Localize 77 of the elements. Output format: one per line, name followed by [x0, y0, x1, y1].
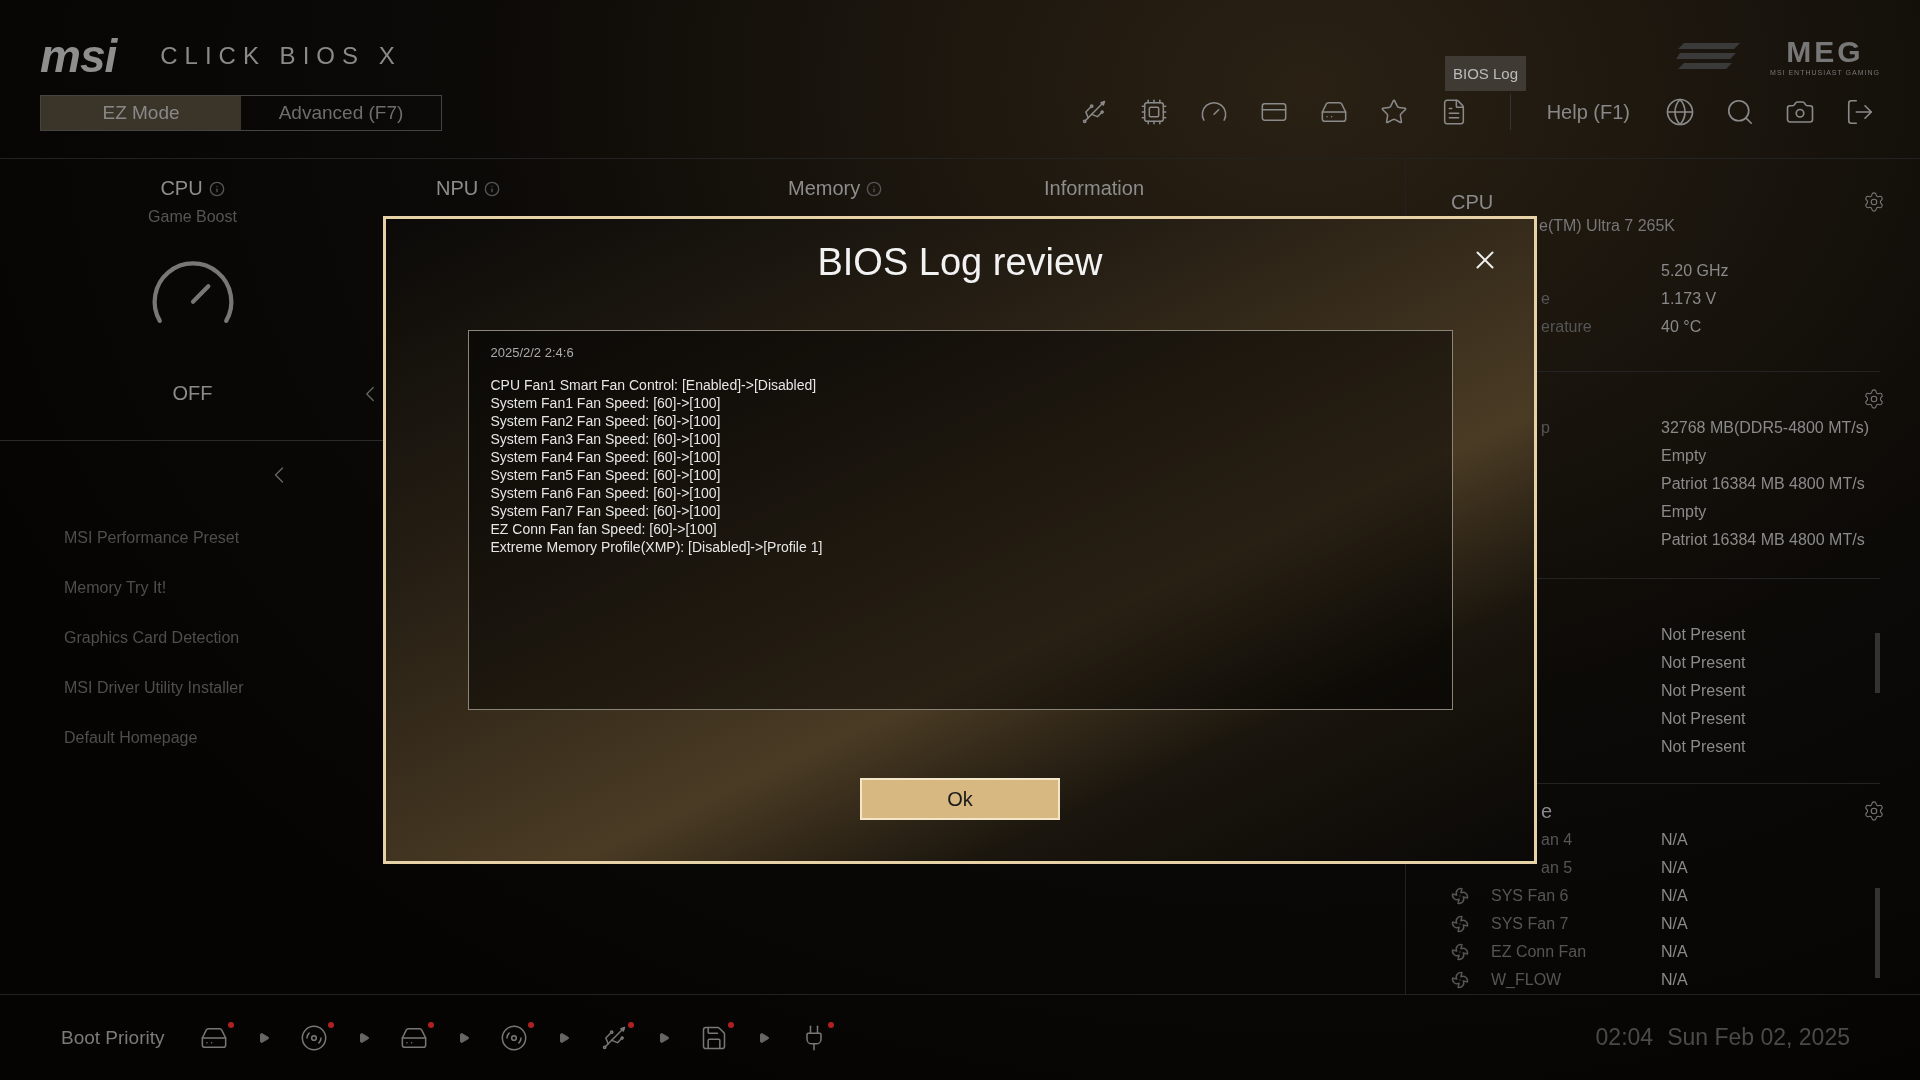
menu-item[interactable]: MSI Performance Preset	[64, 529, 240, 580]
tooltip: BIOS Log	[1445, 56, 1527, 91]
info-label: an 5	[1540, 859, 1574, 878]
log-entry: System Fan2 Fan Speed: [60]->[100]	[490, 412, 722, 430]
log-entry: Extreme Memory Profile(XMP): [Disabled]->[Profile 1]	[490, 538, 824, 556]
info-value: Not Present	[1661, 710, 1747, 729]
arrow-icon	[358, 1031, 371, 1044]
help-link[interactable]: Help (F1)	[1546, 100, 1630, 124]
info-label: SYS Fan 6	[1491, 887, 1570, 906]
settings-icon[interactable]	[1863, 388, 1885, 411]
info-value: 5.20 GHz	[1661, 262, 1730, 281]
mode-tab[interactable]: Advanced (F7)	[241, 96, 441, 130]
game-boost-label: Game Boost	[148, 208, 237, 227]
info-label: SYS Fan 7	[1491, 915, 1570, 934]
arrow-icon	[458, 1031, 471, 1044]
menu-item[interactable]: Default Homepage	[64, 729, 198, 780]
arrow-icon	[558, 1031, 571, 1044]
brand-logo: msi	[40, 28, 117, 83]
info-value: N/A	[1661, 831, 1689, 850]
info-value: N/A	[1661, 915, 1689, 934]
log-timestamp: 2025/2/2 2:4:6	[490, 345, 575, 360]
info-label: p	[1540, 419, 1551, 438]
log-entry: System Fan6 Fan Speed: [60]->[100]	[490, 484, 722, 502]
info-value: N/A	[1661, 887, 1689, 906]
column-heading: NPU	[436, 177, 479, 201]
boost-state: OFF	[172, 382, 213, 406]
settings-icon[interactable]	[1863, 800, 1885, 823]
info-value: N/A	[1661, 943, 1689, 962]
section-heading: e	[1540, 799, 1553, 823]
arrow-icon	[658, 1031, 671, 1044]
scrollbar[interactable]	[1875, 633, 1880, 694]
log-entry: System Fan4 Fan Speed: [60]->[100]	[490, 448, 722, 466]
section-heading: CPU	[1451, 190, 1494, 214]
info-label: W_FLOW	[1491, 971, 1563, 990]
info-value: Not Present	[1661, 738, 1747, 757]
cpu-heading: CPU	[160, 177, 203, 201]
scrollbar[interactable]	[1875, 888, 1880, 979]
settings-icon[interactable]	[1863, 191, 1885, 214]
info-label: erature	[1540, 318, 1593, 337]
info-icon	[208, 180, 225, 197]
column-heading: Memory	[788, 177, 861, 201]
info-value: 40 °C	[1661, 318, 1703, 337]
info-label: e	[1540, 290, 1551, 309]
info-value: Not Present	[1661, 654, 1747, 673]
info-label: an 4	[1540, 831, 1574, 850]
menu-item[interactable]: MSI Driver Utility Installer	[64, 679, 244, 730]
info-value: Empty	[1661, 503, 1708, 522]
info-value: Not Present	[1661, 626, 1747, 645]
info-value: N/A	[1661, 859, 1689, 878]
log-entry: CPU Fan1 Smart Fan Control: [Enabled]->[Disabled]	[490, 376, 818, 394]
info-value: Empty	[1661, 447, 1708, 466]
info-value: 32768 MB(DDR5-4800 MT/s)	[1661, 419, 1871, 438]
arrow-icon	[758, 1031, 771, 1044]
info-value: 1.173 V	[1661, 290, 1718, 309]
boot-priority-label: Boot Priority	[61, 1026, 165, 1049]
info-value: Patriot 16384 MB 4800 MT/s	[1661, 475, 1866, 494]
mode-tab[interactable]: EZ Mode	[41, 96, 241, 130]
menu-item[interactable]: Memory Try It!	[64, 579, 167, 630]
log-entry: System Fan7 Fan Speed: [60]->[100]	[490, 502, 722, 520]
clock-date: Sun Feb 02, 2025	[1667, 1024, 1850, 1052]
clock-time: 02:04	[1595, 1024, 1654, 1052]
dialog-title: BIOS Log review	[817, 241, 1103, 284]
info-value: Not Present	[1661, 682, 1747, 701]
log-entry: EZ Conn Fan fan Speed: [60]->[100]	[490, 520, 718, 538]
log-entry: System Fan3 Fan Speed: [60]->[100]	[490, 430, 722, 448]
column-heading: Information	[1044, 177, 1145, 201]
info-value: Patriot 16384 MB 4800 MT/s	[1661, 531, 1866, 550]
info-label: EZ Conn Fan	[1491, 943, 1588, 962]
arrow-icon	[258, 1031, 271, 1044]
cpu-model: e(TM) Ultra 7 265K	[1538, 217, 1677, 236]
ok-button[interactable]: Ok	[860, 778, 1060, 820]
stripes-drawing	[1676, 42, 1741, 69]
info-value: N/A	[1661, 971, 1689, 990]
menu-item[interactable]: Graphics Card Detection	[64, 629, 240, 680]
log-entry: System Fan1 Fan Speed: [60]->[100]	[490, 394, 722, 412]
log-entry: System Fan5 Fan Speed: [60]->[100]	[490, 466, 722, 484]
product-title: CLICK BIOS X	[160, 41, 402, 70]
